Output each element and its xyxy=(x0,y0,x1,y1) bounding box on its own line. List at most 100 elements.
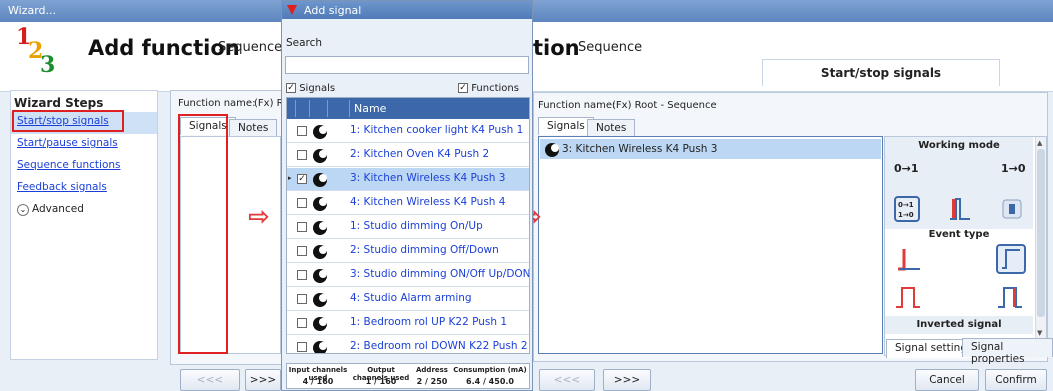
page-subtitle: Sequence xyxy=(218,40,283,55)
row-checkbox[interactable] xyxy=(297,342,307,352)
filter-signals-checkbox[interactable]: ✓ xyxy=(286,83,296,93)
scroll-up-icon[interactable]: ▲ xyxy=(1037,139,1042,147)
scroll-down-icon[interactable]: ▼ xyxy=(1037,329,1042,337)
advanced-toggle[interactable]: ⌄ Advanced xyxy=(11,200,157,219)
pushbutton-icon xyxy=(545,143,559,157)
grid-header: Name xyxy=(287,98,529,119)
signal-row[interactable]: ▸ ✓ 3: Kitchen Wireless K4 Push 3 xyxy=(287,168,529,191)
row-name: 4: Kitchen Wireless K4 Push 4 xyxy=(350,196,506,208)
stat-address-value: 2 / 250 xyxy=(416,377,448,386)
add-signal-dialog: Add signal Search ✓ Signals ✓ Functions … xyxy=(281,0,533,391)
signal-row[interactable]: 4: Studio Alarm arming xyxy=(287,288,529,311)
tab-signal-properties[interactable]: Signal properties xyxy=(962,338,1053,365)
row-name: 1: Bedroom rol UP K22 Push 1 xyxy=(350,316,508,328)
function-name-value-right: (Fx) Root - Sequence xyxy=(612,100,717,111)
prev-button-left[interactable]: <<< xyxy=(180,369,240,391)
chevron-down-icon: ⌄ xyxy=(17,204,29,216)
function-name-label: Function name: xyxy=(178,98,256,109)
dialog-title: Add signal xyxy=(304,4,362,17)
signal-row[interactable]: 1: Kitchen cooker light K4 Push 1 xyxy=(287,120,529,143)
step-feedback-signals[interactable]: Feedback signals xyxy=(11,178,157,200)
pushbutton-icon xyxy=(313,269,327,283)
stat-address-header: Address xyxy=(416,366,448,374)
row-checkbox[interactable] xyxy=(297,246,307,256)
pushbutton-icon xyxy=(313,245,327,259)
search-input[interactable] xyxy=(285,56,529,74)
search-label: Search xyxy=(286,37,323,49)
row-checkbox[interactable] xyxy=(297,294,307,304)
confirm-button[interactable]: Confirm xyxy=(985,369,1047,391)
pushbutton-icon xyxy=(313,341,327,353)
pushbutton-icon xyxy=(313,293,327,307)
row-checkbox[interactable]: ✓ xyxy=(297,174,307,184)
pushbutton-icon xyxy=(313,173,327,187)
mode-falling-button[interactable]: 1→0 xyxy=(1001,162,1026,175)
pulse-mode-icon[interactable] xyxy=(948,196,972,222)
row-checkbox[interactable] xyxy=(297,126,307,136)
column-name-header[interactable]: Name xyxy=(354,102,386,115)
usage-stats: Input channels used Output channels used… xyxy=(286,363,530,389)
row-name: 1: Kitchen cooker light K4 Push 1 xyxy=(350,124,524,136)
stat-consumption-header: Consumption (mA) xyxy=(453,366,527,374)
next-button-left[interactable]: >>> xyxy=(245,369,281,391)
tab-notes-right[interactable]: Notes xyxy=(587,119,636,137)
stat-output-value: 1 / 160 xyxy=(365,377,397,386)
event-pulse-icon[interactable] xyxy=(894,283,922,311)
highlight-signals-tab xyxy=(178,114,228,354)
signal-row[interactable]: 3: Studio dimming ON/Off Up/DONN xyxy=(287,264,530,287)
row-checkbox[interactable] xyxy=(297,222,307,232)
row-name: 4: Studio Alarm arming xyxy=(350,292,472,304)
event-rising-icon[interactable] xyxy=(894,245,922,273)
settings-scrollbar[interactable]: ▲ ▼ xyxy=(1035,137,1046,342)
signal-row[interactable]: 1: Bedroom rol UP K22 Push 1 xyxy=(287,312,529,335)
page-subtitle-right: Sequence xyxy=(578,40,643,55)
signal-row[interactable]: 1: Studio dimming On/Up xyxy=(287,216,529,239)
mode-rising-button[interactable]: 0→1 xyxy=(894,162,919,175)
signal-row[interactable]: 2: Studio dimming Off/Down xyxy=(287,240,529,263)
signal-row[interactable]: 2: Kitchen Oven K4 Push 2 xyxy=(287,144,529,167)
cancel-button[interactable]: Cancel xyxy=(915,369,979,391)
row-name: 2: Kitchen Oven K4 Push 2 xyxy=(350,148,490,160)
stat-input-value: 4 / 160 xyxy=(302,377,334,386)
filter-signals[interactable]: ✓ Signals xyxy=(286,83,335,94)
row-name: 3: Studio dimming ON/Off Up/DONN xyxy=(350,268,530,280)
filter-functions[interactable]: ✓ Functions xyxy=(458,83,519,94)
scroll-thumb[interactable] xyxy=(1037,149,1045,317)
row-name: 1: Studio dimming On/Up xyxy=(350,220,483,232)
working-mode-heading: Working mode xyxy=(918,140,1000,151)
event-type-heading: Event type xyxy=(928,229,990,240)
pushbutton-icon xyxy=(313,149,327,163)
right-signals-list[interactable] xyxy=(538,136,883,354)
row-pointer-icon: ▸ xyxy=(288,174,292,182)
signal-row[interactable]: 4: Kitchen Wireless K4 Push 4 xyxy=(287,192,529,215)
section-title: Start/stop signals xyxy=(762,59,1000,86)
mode-both-button[interactable]: 0→1 1→0 xyxy=(894,196,920,222)
signal-grid: Name 1: Kitchen cooker light K4 Push 1 2:… xyxy=(286,97,530,354)
event-level-icon[interactable] xyxy=(996,244,1026,274)
pushbutton-icon xyxy=(313,197,327,211)
step-sequence-functions[interactable]: Sequence functions xyxy=(11,156,157,178)
pushbutton-icon xyxy=(313,125,327,139)
signal-row[interactable]: 2: Bedroom rol DOWN K22 Push 2 xyxy=(287,336,529,353)
tab-notes-left[interactable]: Notes xyxy=(229,119,278,137)
next-button-right[interactable]: >>> xyxy=(603,369,651,391)
prev-button-right[interactable]: <<< xyxy=(539,369,595,391)
row-name: 2: Bedroom rol DOWN K22 Push 2 xyxy=(350,340,528,352)
pushbutton-icon xyxy=(313,221,327,235)
row-checkbox[interactable] xyxy=(297,270,307,280)
event-falling-icon[interactable] xyxy=(996,283,1024,311)
row-checkbox[interactable] xyxy=(297,198,307,208)
page-title-right: tion xyxy=(533,36,580,60)
level-mode-icon[interactable] xyxy=(1000,196,1024,222)
filter-functions-checkbox[interactable]: ✓ xyxy=(458,83,468,93)
dialog-title-bar: Add signal xyxy=(282,1,532,19)
inverted-signal-heading: Inverted signal xyxy=(885,316,1033,334)
signal-list-item[interactable]: 3: Kitchen Wireless K4 Push 3 xyxy=(540,139,881,159)
tab-signals-right[interactable]: Signals xyxy=(538,117,594,135)
stat-consumption-value: 6.4 / 450.0 xyxy=(466,377,514,386)
row-name: 2: Studio dimming Off/Down xyxy=(350,244,499,256)
step-start-pause-signals[interactable]: Start/pause signals xyxy=(11,134,157,156)
row-checkbox[interactable] xyxy=(297,318,307,328)
pushbutton-icon xyxy=(313,317,327,331)
row-checkbox[interactable] xyxy=(297,150,307,160)
